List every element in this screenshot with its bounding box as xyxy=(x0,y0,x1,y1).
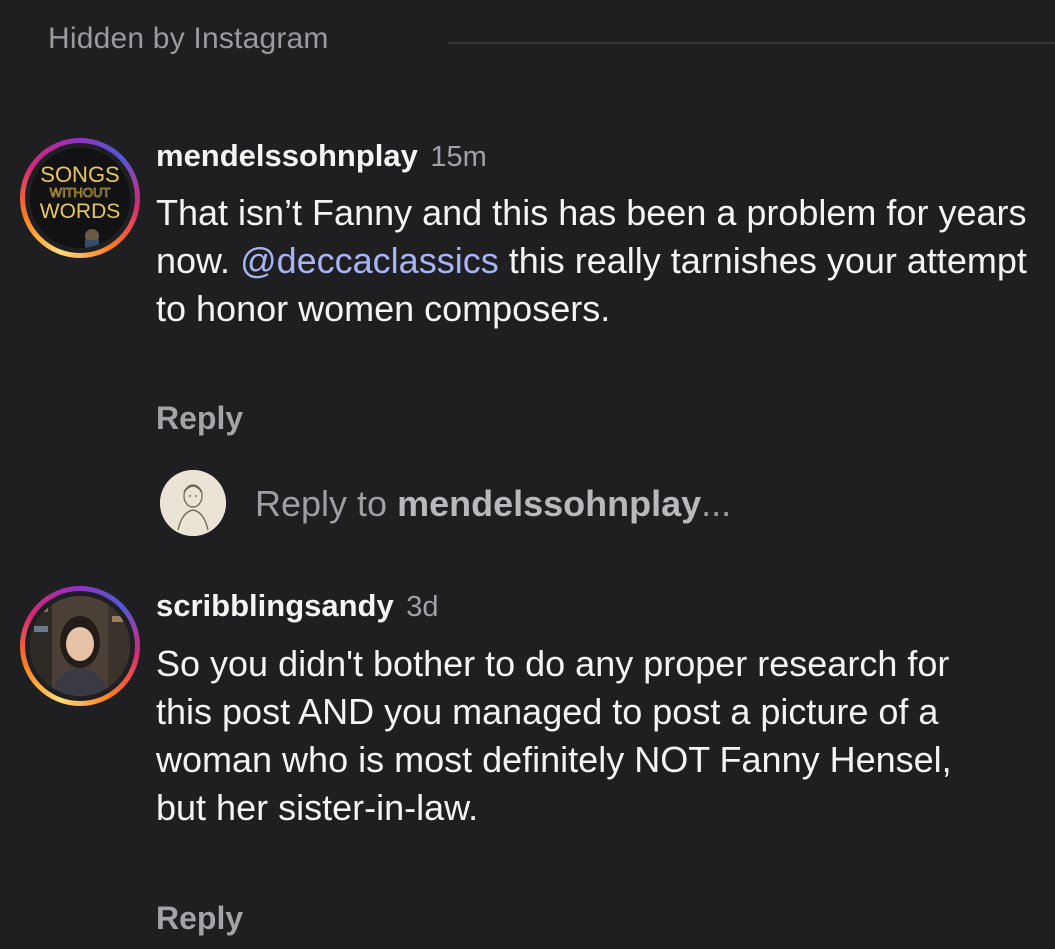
avatar-user-photo xyxy=(30,596,130,696)
reply-to-prefix: Reply to xyxy=(255,483,398,524)
avatar-story-ring[interactable]: SONGS WITHOUT WORDS xyxy=(20,138,140,258)
current-user-avatar xyxy=(160,470,226,536)
reply-button[interactable]: Reply xyxy=(156,400,243,437)
hidden-by-instagram-label: Hidden by Instagram xyxy=(48,22,329,55)
svg-text:WORDS: WORDS xyxy=(40,200,121,223)
svg-text:WITHOUT: WITHOUT xyxy=(50,185,111,200)
comment-username[interactable]: mendelssohnplay xyxy=(156,138,418,173)
portrait-sketch-icon xyxy=(160,470,226,536)
svg-text:SONGS: SONGS xyxy=(40,162,119,187)
comment-text: So you didn't bother to do any proper re… xyxy=(156,643,952,828)
comment-meta: scribblingsandy 3d xyxy=(156,588,438,624)
reply-button[interactable]: Reply xyxy=(156,900,243,937)
user-photo-icon xyxy=(30,596,130,696)
reply-to-username: mendelssohnplay xyxy=(397,483,702,524)
section-divider xyxy=(448,42,1055,44)
reply-to-placeholder[interactable]: Reply to mendelssohnplay... xyxy=(255,483,731,525)
mention-link[interactable]: @deccaclassics xyxy=(240,240,499,281)
comment-text: That isn’t Fanny and this has been a pro… xyxy=(156,189,1036,333)
avatar-story-ring[interactable] xyxy=(20,586,140,706)
comment-username[interactable]: scribblingsandy xyxy=(156,588,394,623)
comment-timestamp: 15m xyxy=(430,141,487,173)
songs-without-words-logo-icon: SONGS WITHOUT WORDS xyxy=(30,148,130,248)
avatar-songs-without-words: SONGS WITHOUT WORDS xyxy=(30,148,130,248)
reply-composer[interactable]: Reply to mendelssohnplay... xyxy=(160,470,860,536)
comment-meta: mendelssohnplay 15m xyxy=(156,138,487,174)
reply-to-suffix: ... xyxy=(701,483,732,524)
comment-timestamp: 3d xyxy=(406,591,439,623)
